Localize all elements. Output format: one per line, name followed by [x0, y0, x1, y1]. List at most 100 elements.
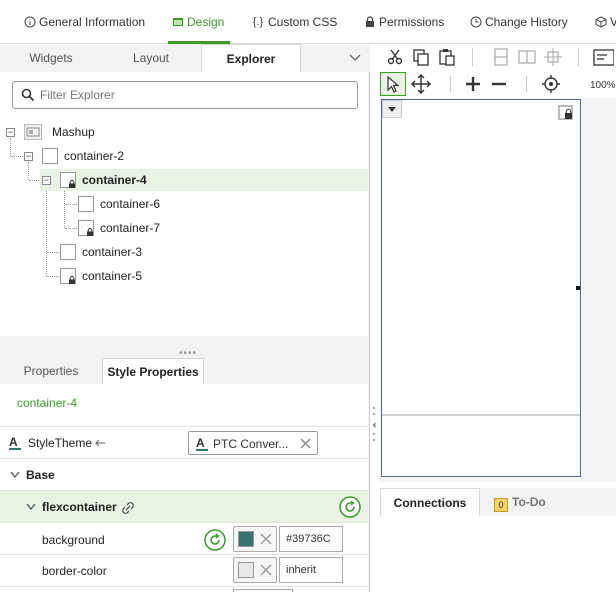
tab-label: Permissions — [379, 15, 445, 29]
zoom-in-icon[interactable] — [462, 73, 484, 95]
container-icon — [78, 220, 94, 236]
zoom-level[interactable]: 100% — [590, 80, 616, 91]
tree-item-container-7[interactable]: container-7 — [78, 217, 278, 239]
tree-item-label: container-4 — [82, 173, 147, 187]
tree-line — [11, 156, 25, 157]
tree-line — [10, 138, 11, 156]
tree-item-label: container-6 — [100, 197, 161, 211]
tree-line — [28, 162, 29, 180]
tab-label: Design — [187, 15, 225, 29]
tab-widgets[interactable]: Widgets — [0, 44, 102, 72]
todo-count-badge: 0 — [494, 498, 508, 512]
color-value-field[interactable]: #39736C — [279, 526, 343, 552]
target-icon[interactable] — [540, 73, 562, 95]
css-icon: {.} — [252, 16, 264, 28]
clear-icon[interactable] — [259, 532, 273, 546]
resize-handle[interactable] — [576, 286, 580, 290]
collapse-toggle[interactable]: − — [24, 152, 33, 161]
clear-icon[interactable] — [299, 437, 312, 450]
chevron-down-icon — [26, 503, 36, 511]
container-lock-icon[interactable] — [558, 105, 574, 121]
tree-item-label: container-3 — [82, 245, 143, 259]
toolbar-separator — [578, 48, 579, 66]
zoom-out-icon[interactable] — [488, 73, 510, 95]
tab-to-do[interactable]: 0 To-Do — [494, 488, 564, 516]
search-icon — [21, 88, 35, 102]
tab-general-information[interactable]: General Information — [24, 13, 145, 31]
copy-icon[interactable] — [410, 46, 432, 68]
chevron-down-icon[interactable] — [349, 53, 361, 63]
canvas-toolbar — [380, 70, 616, 98]
tab-connections[interactable]: Connections — [380, 488, 480, 516]
color-value-field[interactable]: inherit — [279, 557, 343, 583]
tree-line — [65, 204, 79, 205]
design-icon — [172, 16, 184, 28]
tree-item-container-3[interactable]: container-3 — [60, 241, 260, 263]
tree-line — [46, 186, 47, 276]
color-swatch — [238, 562, 254, 578]
tree-item-mashup[interactable]: Mashup — [24, 121, 224, 143]
chevron-down-icon — [10, 471, 20, 479]
panel-resize-handle[interactable] — [372, 404, 376, 444]
style-theme-icon: A — [9, 435, 21, 450]
widget-tab-bar: Widgets Layout Explorer — [0, 44, 370, 72]
paste-icon[interactable] — [436, 46, 458, 68]
tab-explorer[interactable]: Explorer — [201, 44, 301, 72]
tab-permissions[interactable]: Permissions — [364, 13, 444, 31]
align-horizontal-icon[interactable] — [490, 46, 512, 68]
tab-layout[interactable]: Layout — [102, 44, 200, 72]
tab-properties[interactable]: Properties — [0, 358, 102, 384]
flexcontainer-section-label: flexcontainer — [42, 500, 117, 514]
container-divider[interactable] — [382, 414, 580, 416]
lock-icon — [364, 16, 376, 28]
tree-line — [47, 252, 61, 253]
property-label: background — [42, 533, 105, 547]
tree-item-label: container-2 — [64, 149, 125, 163]
style-theme-row: A StyleTheme A PTC Conver... — [0, 426, 368, 458]
preview-icon[interactable] — [592, 46, 614, 68]
flexcontainer-section-header[interactable]: flexcontainer — [0, 490, 368, 522]
align-vertical-icon[interactable] — [516, 46, 538, 68]
info-icon — [24, 16, 36, 28]
layout-center-icon[interactable] — [542, 46, 564, 68]
tab-more[interactable]: V — [595, 13, 616, 31]
reset-icon[interactable] — [339, 496, 361, 518]
tab-design[interactable]: Design — [172, 13, 224, 31]
tree-item-container-6[interactable]: container-6 — [78, 193, 278, 215]
tab-custom-css[interactable]: {.} Custom CSS — [251, 13, 338, 31]
filter-explorer-input[interactable] — [40, 86, 350, 104]
move-icon[interactable] — [410, 73, 432, 95]
tree-item-container-4[interactable]: container-4 — [40, 169, 368, 191]
lock-icon — [69, 180, 75, 188]
property-row-border-color: border-color inherit — [0, 554, 368, 586]
selected-widget-name: container-4 — [17, 396, 78, 410]
clear-icon[interactable] — [259, 563, 273, 577]
color-picker[interactable] — [233, 557, 277, 583]
tab-label: V — [610, 15, 616, 29]
collapse-toggle[interactable]: − — [42, 176, 51, 185]
cube-icon — [595, 16, 607, 28]
style-properties-panel: container-4 A StyleTheme A PTC Conver...… — [0, 384, 368, 592]
collapse-toggle[interactable]: − — [6, 128, 15, 137]
tab-label: Custom CSS — [268, 15, 338, 29]
svg-text:A: A — [9, 435, 18, 449]
lock-icon — [87, 228, 93, 236]
tree-item-container-5[interactable]: container-5 — [60, 265, 260, 287]
reset-icon[interactable] — [204, 529, 226, 551]
binding-arrow-icon[interactable] — [94, 438, 106, 448]
container-icon — [60, 268, 76, 284]
color-picker[interactable] — [233, 526, 277, 552]
tree-line — [64, 186, 65, 228]
container-icon — [60, 244, 76, 260]
style-theme-selector[interactable]: A PTC Conver... — [188, 431, 318, 455]
canvas-menu-button[interactable] — [382, 100, 402, 118]
mashup-canvas[interactable] — [381, 99, 581, 477]
history-icon — [470, 16, 482, 28]
tab-change-history[interactable]: Change History — [470, 13, 568, 31]
base-section-header[interactable]: Base — [0, 458, 368, 490]
cut-icon[interactable] — [384, 46, 406, 68]
tree-item-container-2[interactable]: container-2 — [42, 145, 242, 167]
tab-style-properties[interactable]: Style Properties — [102, 358, 204, 384]
select-tool-button[interactable] — [380, 72, 406, 96]
tree-line — [47, 276, 61, 277]
